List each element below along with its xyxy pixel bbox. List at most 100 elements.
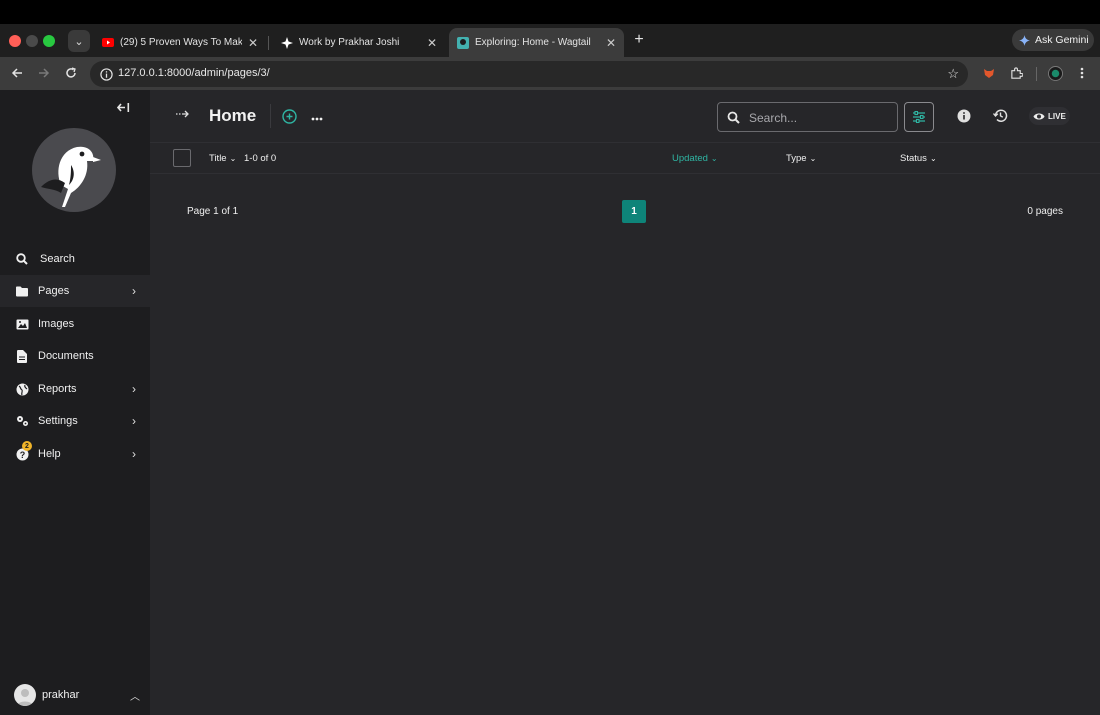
chevron-right-icon: › [132, 414, 136, 428]
url-text: 127.0.0.1:8000/admin/pages/3/ [118, 67, 270, 79]
column-label: Status [900, 153, 927, 164]
window-close-button[interactable] [9, 35, 21, 47]
sidebar-item-reports[interactable]: Reports › [0, 373, 150, 405]
site-info-icon[interactable] [98, 66, 114, 82]
more-actions-button[interactable] [311, 108, 323, 124]
tab-divider [268, 36, 269, 50]
close-icon[interactable]: ✕ [427, 36, 437, 50]
search-input[interactable] [749, 109, 889, 127]
page-header: Home LIVE [150, 90, 1100, 143]
view-live-button[interactable]: LIVE [1029, 107, 1070, 125]
address-bar[interactable]: 127.0.0.1:8000/admin/pages/3/ ☆ [90, 61, 968, 87]
sidebar-item-label: Reports [38, 383, 77, 395]
pages-total: 0 pages [1027, 206, 1063, 217]
extensions-puzzle-icon[interactable] [1007, 64, 1025, 82]
page-history-button[interactable] [992, 108, 1008, 123]
search-icon [727, 111, 740, 124]
tab-search-button[interactable]: ⌄ [68, 30, 90, 52]
close-icon[interactable]: ✕ [248, 36, 258, 50]
ask-gemini-button[interactable]: Ask Gemini [1012, 29, 1094, 51]
sidebar: Search Pages › Images Documents Reports … [0, 90, 150, 715]
chevron-down-icon: ⌄ [710, 154, 718, 163]
plus-circle-icon [282, 109, 297, 124]
add-child-page-button[interactable] [282, 109, 297, 124]
header-divider [270, 104, 271, 128]
account-menu[interactable]: prakhar ︿ [14, 683, 140, 707]
sidebar-item-pages[interactable]: Pages › [0, 275, 150, 307]
column-header-type[interactable]: Type ⌄ [786, 153, 816, 164]
sidebar-item-help[interactable]: ? 2 Help › [0, 438, 150, 470]
tab-title: (29) 5 Proven Ways To Make [120, 37, 242, 48]
window-minimize-button[interactable] [26, 35, 38, 47]
sidebar-item-images[interactable]: Images [0, 308, 150, 340]
avatar [14, 684, 36, 706]
column-label: Title [209, 153, 227, 164]
column-label: Type [786, 153, 807, 164]
chevron-right-icon: › [132, 447, 136, 461]
column-header-title[interactable]: Title ⌄ [209, 153, 236, 164]
breadcrumb-toggle[interactable] [176, 108, 190, 122]
search-field[interactable] [717, 102, 898, 132]
youtube-icon [102, 37, 114, 49]
chevron-down-icon: ⌄ [809, 154, 817, 163]
info-circle-icon [957, 109, 971, 123]
browser-tab-wagtail[interactable]: Exploring: Home - Wagtail ✕ [449, 28, 624, 57]
window-zoom-button[interactable] [43, 35, 55, 47]
filters-toggle-button[interactable] [904, 102, 934, 132]
svg-text:?: ? [19, 450, 25, 460]
breadcrumb-arrow-icon [176, 110, 189, 118]
wagtail-bird-icon [32, 128, 116, 212]
profile-avatar-icon[interactable] [1046, 64, 1064, 82]
wagtail-icon [457, 36, 469, 49]
compass-icon [281, 36, 293, 49]
image-icon [15, 317, 29, 331]
collapse-sidebar-button[interactable] [116, 102, 130, 116]
sidebar-item-label: Help [38, 448, 61, 460]
chevron-down-icon: ⌄ [74, 35, 84, 48]
column-header-status[interactable]: Status ⌄ [900, 153, 937, 164]
globe-icon [15, 382, 29, 396]
sidebar-item-label: Documents [38, 350, 94, 362]
live-label: LIVE [1048, 111, 1066, 121]
browser-toolbar: 127.0.0.1:8000/admin/pages/3/ ☆ [0, 57, 1100, 90]
page-number-button[interactable]: 1 [622, 200, 646, 223]
reload-icon [66, 67, 76, 78]
extension-fox-icon[interactable] [980, 64, 998, 82]
wagtail-logo[interactable] [31, 127, 117, 213]
pagination: Page 1 of 1 1 0 pages [150, 200, 1100, 226]
browser-tab-portfolio[interactable]: Work by Prakhar Joshi ✕ [273, 28, 445, 57]
help-icon: ? 2 [15, 441, 32, 461]
reload-button[interactable] [61, 63, 81, 83]
back-button[interactable] [7, 63, 27, 83]
tab-title: Work by Prakhar Joshi [299, 37, 400, 48]
search-icon [15, 252, 29, 266]
cogs-icon [15, 414, 29, 428]
sliders-icon [913, 111, 925, 123]
gemini-sparkle-icon [1019, 34, 1030, 46]
plus-icon: + [634, 31, 644, 48]
browser-chrome: ⌄ (29) 5 Proven Ways To Make ✕ Work by P… [0, 24, 1100, 90]
page-info-text: Page 1 of 1 [187, 206, 239, 217]
history-icon [992, 109, 1008, 122]
new-tab-button[interactable]: + [630, 31, 648, 49]
column-header-updated[interactable]: Updated ⌄ [672, 153, 718, 164]
chevron-up-icon: ︿ [130, 691, 140, 703]
notification-badge: 2 [22, 441, 32, 451]
sidebar-item-search[interactable]: Search [0, 243, 150, 275]
chevron-down-icon: ⌄ [229, 154, 237, 163]
sidebar-item-documents[interactable]: Documents [0, 340, 150, 372]
toolbar-divider [1036, 67, 1037, 81]
page-info-button[interactable] [957, 109, 971, 123]
sidebar-item-settings[interactable]: Settings › [0, 405, 150, 437]
bookmark-star-icon[interactable]: ☆ [947, 66, 959, 82]
select-all-checkbox[interactable] [173, 149, 191, 167]
browser-menu-icon[interactable] [1073, 64, 1091, 82]
os-top-bar [0, 0, 1100, 24]
main-content: Home LIVE Title ⌄ 1-0 of [150, 90, 1100, 715]
tab-title: Exploring: Home - Wagtail [475, 37, 591, 48]
browser-tab-youtube[interactable]: (29) 5 Proven Ways To Make ✕ [94, 28, 266, 57]
sidebar-item-label: Images [38, 318, 75, 330]
close-icon[interactable]: ✕ [606, 36, 616, 50]
more-horizontal-icon [311, 117, 323, 121]
forward-button[interactable] [34, 63, 54, 83]
